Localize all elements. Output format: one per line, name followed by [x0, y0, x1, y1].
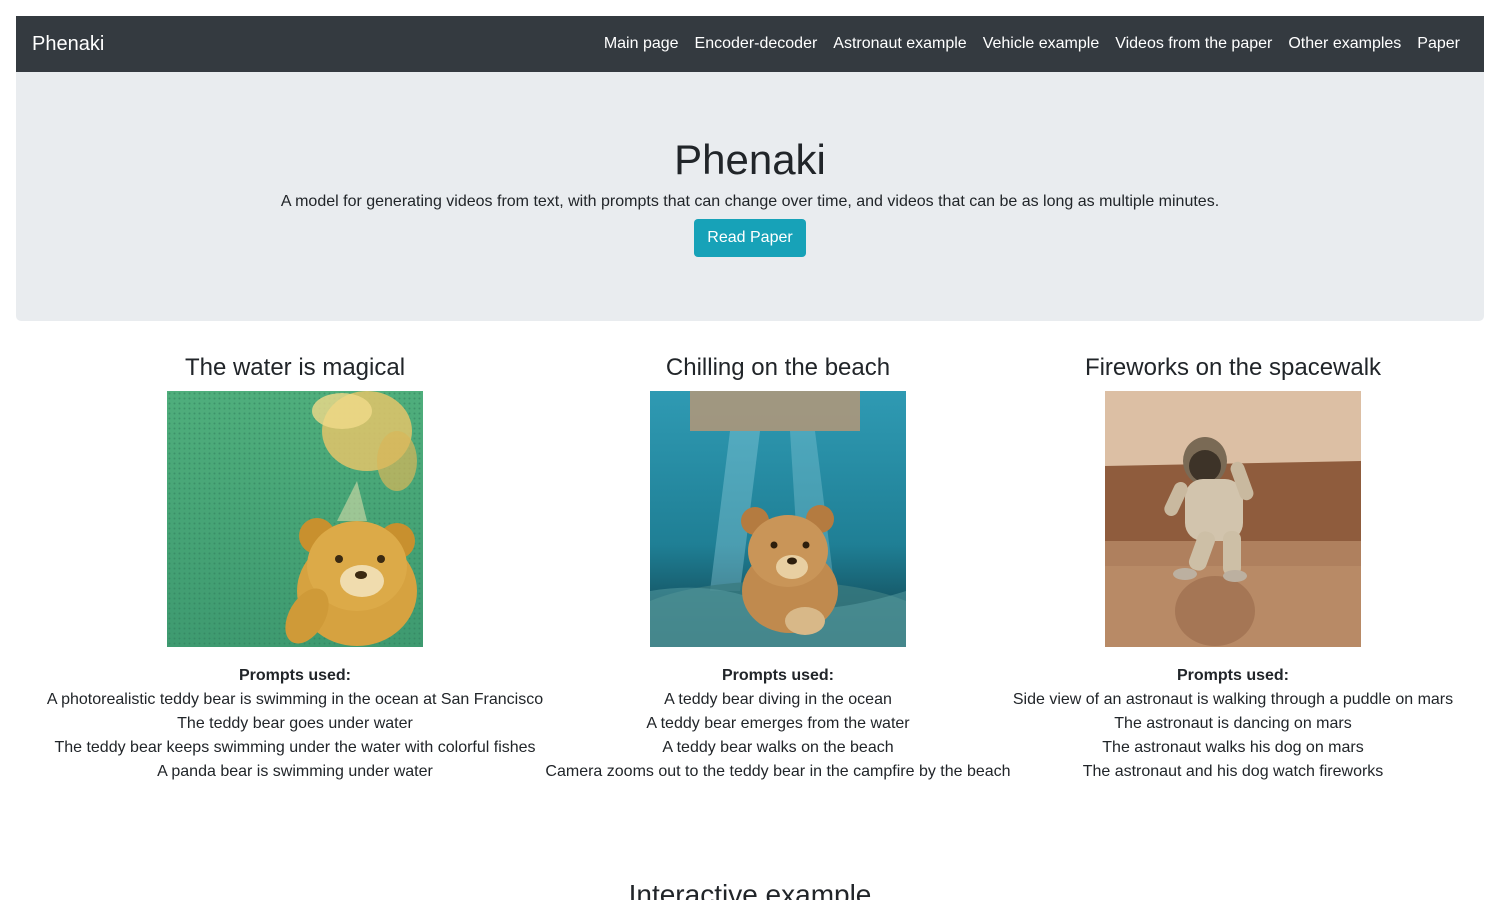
hero-subtitle: A model for generating videos from text,… [280, 193, 1220, 210]
example-title: Fireworks on the spacewalk [1084, 354, 1382, 381]
nav-link-encoder-decoder[interactable]: Encoder-decoder [687, 35, 826, 53]
prompt-line: Camera zooms out to the teddy bear in th… [545, 763, 1011, 780]
hero-banner: Phenaki A model for generating videos fr… [16, 72, 1484, 321]
example-card: The water is magical Prompts used: A pho… [45, 345, 545, 784]
prompt-line: The teddy bear goes under water [177, 715, 413, 732]
nav-link-paper[interactable]: Paper [1409, 35, 1468, 53]
example-card: Chilling on the beach Prompts used: A te… [528, 345, 1028, 784]
prompt-line: A teddy bear emerges from the water [646, 715, 910, 732]
prompts-heading: Prompts used: [238, 667, 351, 684]
navbar: Phenaki Main page Encoder-decoder Astron… [16, 16, 1484, 72]
prompt-line: A photorealistic teddy bear is swimming … [46, 691, 544, 708]
page: Phenaki Main page Encoder-decoder Astron… [0, 0, 1500, 900]
example-title: Chilling on the beach [665, 354, 891, 381]
prompt-line: The astronaut is dancing on mars [1114, 715, 1352, 732]
example-title: The water is magical [184, 354, 406, 381]
nav-link-other-examples[interactable]: Other examples [1280, 35, 1409, 53]
prompt-line: The astronaut and his dog watch firework… [1082, 763, 1384, 780]
nav-link-vehicle-example[interactable]: Vehicle example [975, 35, 1108, 53]
astronaut-on-mars-video[interactable] [1105, 391, 1361, 647]
teddy-bear-diving-video[interactable] [650, 391, 906, 647]
prompts-heading: Prompts used: [721, 667, 834, 684]
navbar-brand[interactable]: Phenaki [32, 33, 104, 56]
example-card: Fireworks on the spacewalk Prompts used:… [983, 345, 1483, 784]
nav-links: Main page Encoder-decoder Astronaut exam… [596, 35, 1468, 53]
nav-link-astronaut-example[interactable]: Astronaut example [825, 35, 974, 53]
nav-link-main-page[interactable]: Main page [596, 35, 687, 53]
nav-link-videos-from-paper[interactable]: Videos from the paper [1107, 35, 1280, 53]
teddy-bear-underwater-video[interactable] [167, 391, 423, 647]
interactive-example-heading: Interactive example [628, 879, 872, 900]
prompt-line: Side view of an astronaut is walking thr… [1012, 691, 1454, 708]
prompt-line: The astronaut walks his dog on mars [1102, 739, 1364, 756]
read-paper-button[interactable]: Read Paper [694, 219, 806, 257]
prompt-line: A teddy bear walks on the beach [662, 739, 894, 756]
prompt-line: The teddy bear keeps swimming under the … [54, 739, 536, 756]
prompt-line: A teddy bear diving in the ocean [664, 691, 892, 708]
prompt-line: A panda bear is swimming under water [157, 763, 433, 780]
prompts-heading: Prompts used: [1176, 667, 1289, 684]
hero-title: Phenaki [674, 136, 826, 183]
